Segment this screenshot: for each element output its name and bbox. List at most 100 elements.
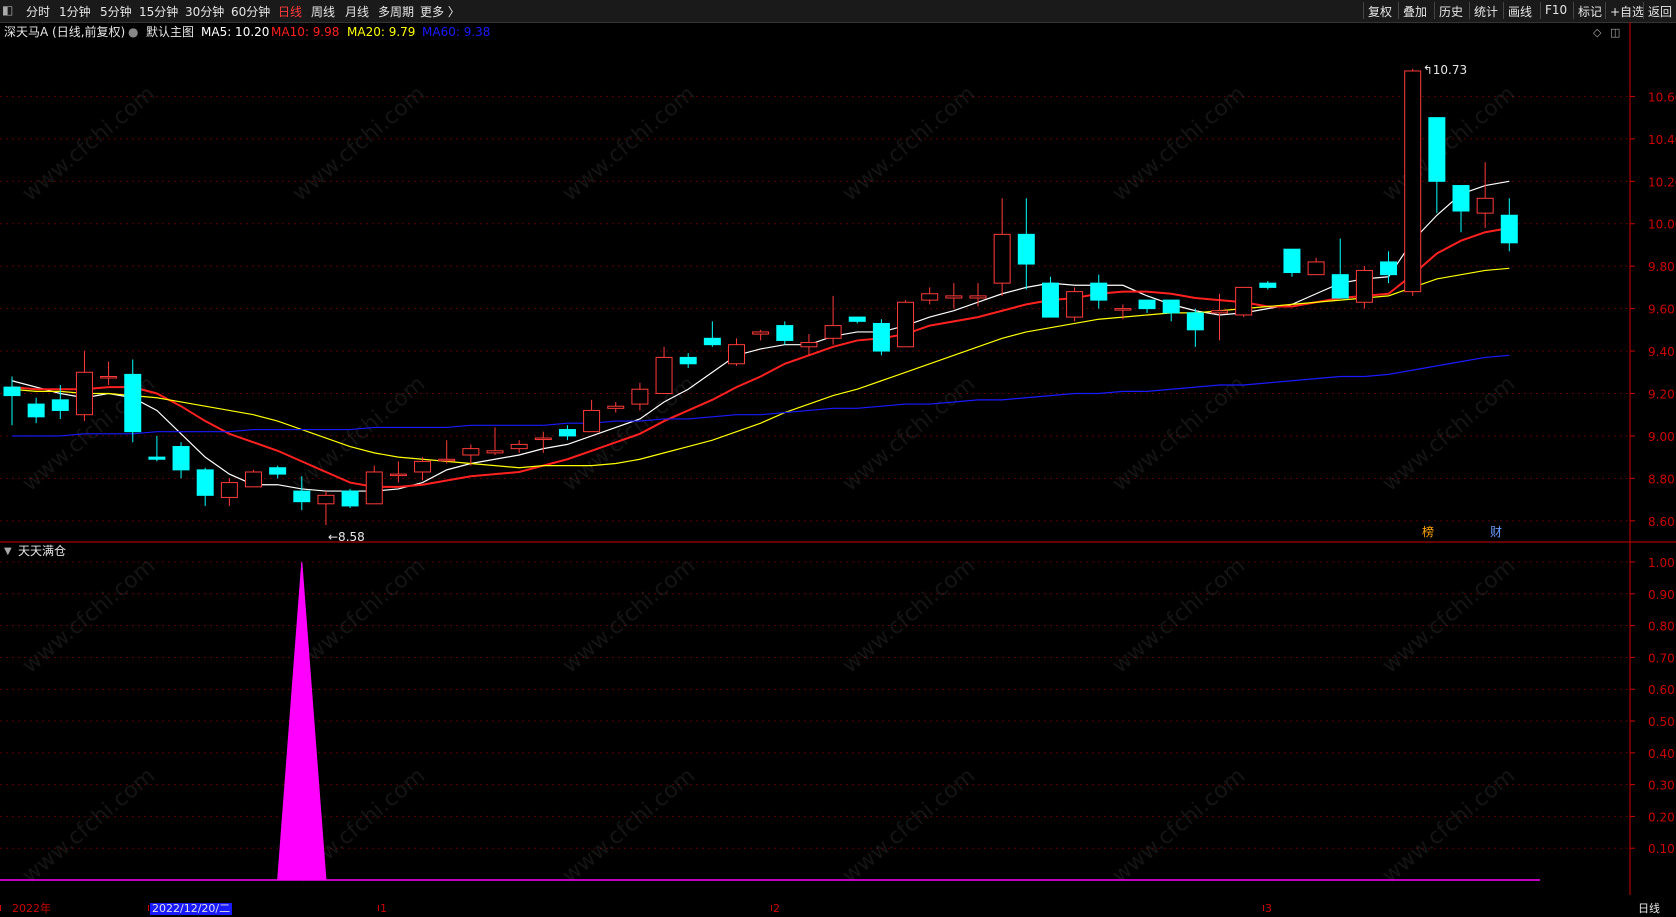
collapse-icon: ▼ [4, 546, 12, 557]
candle[interactable] [679, 353, 697, 369]
candle-body-down [703, 337, 721, 346]
candle[interactable] [800, 334, 818, 356]
candle[interactable] [196, 467, 214, 506]
y-tick-label: 0.30 [1648, 779, 1675, 793]
candle[interactable] [1259, 281, 1277, 290]
period-tab-1[interactable]: 1分钟 [59, 3, 91, 20]
candle[interactable] [341, 488, 359, 509]
candle-body-down [1259, 282, 1277, 288]
candle[interactable] [1162, 299, 1180, 322]
candle[interactable] [728, 338, 745, 366]
candle[interactable] [655, 346, 673, 394]
candle[interactable] [848, 316, 866, 324]
candle[interactable] [897, 300, 915, 348]
candle-body-up [1066, 291, 1084, 318]
toolbar-button-8[interactable]: 返回 [1648, 3, 1672, 20]
candle-body-up [220, 482, 238, 498]
candle[interactable] [438, 440, 456, 464]
toolbar-button-7[interactable]: +自选 [1610, 3, 1644, 20]
candle[interactable] [414, 457, 432, 481]
toolbar-menu-icon[interactable]: ◧ [2, 3, 13, 17]
candle-body-up [897, 301, 915, 348]
candle[interactable] [1307, 257, 1325, 276]
toolbar-button-3[interactable]: 统计 [1474, 3, 1498, 20]
indicator-chart[interactable]: 0.10 0.20 0.30 0.40 0.50 0.60 0.70 0.80 0.90 1.00… [0, 544, 1676, 895]
candle[interactable] [317, 491, 335, 526]
candle[interactable] [100, 361, 118, 385]
candle[interactable] [945, 283, 963, 309]
period-tab-2[interactable]: 5分钟 [100, 3, 132, 20]
candle[interactable] [389, 461, 407, 483]
candle[interactable] [269, 465, 287, 479]
candle-body-down [558, 429, 576, 437]
candle[interactable] [872, 319, 890, 356]
candle[interactable] [1452, 185, 1470, 233]
candle[interactable] [3, 376, 21, 426]
candle[interactable] [1428, 117, 1446, 214]
toolbar-button-0[interactable]: 复权 [1368, 3, 1392, 20]
toolbar-button-6[interactable]: 标记 [1578, 3, 1602, 20]
watermark: www.cfchi.com [1108, 553, 1250, 678]
candle[interactable] [245, 469, 262, 488]
candle[interactable] [172, 442, 190, 479]
period-tab-4[interactable]: 30分钟 [185, 3, 224, 20]
toolbar-button-1[interactable]: 叠加 [1403, 3, 1427, 20]
candle[interactable] [1138, 299, 1156, 313]
candle[interactable] [1380, 251, 1398, 284]
toolbar-button-5[interactable]: F10 [1545, 3, 1567, 17]
candle[interactable] [1066, 287, 1084, 322]
toolbar-button-4[interactable]: 画线 [1508, 3, 1532, 20]
candle-body-down [1041, 282, 1059, 318]
candle[interactable] [510, 440, 528, 453]
toolbar-separator [1434, 2, 1435, 19]
watermark: www.cfchi.com [1378, 371, 1520, 496]
period-tab-5[interactable]: 60分钟 [231, 3, 270, 20]
period-tab-7[interactable]: 周线 [311, 3, 335, 20]
candle[interactable] [993, 198, 1011, 296]
candle[interactable] [1476, 162, 1494, 228]
candle-body-down [293, 490, 311, 503]
main-price-chart[interactable]: 8.60 8.80 9.00 9.20 9.40 9.60 9.80 10.00 10.20 10… [0, 22, 1676, 566]
watermark: www.cfchi.com [838, 371, 980, 496]
period-tab-0[interactable]: 分时 [26, 3, 50, 20]
candle[interactable] [607, 401, 625, 413]
watermark: www.cfchi.com [288, 81, 430, 206]
candle[interactable] [1355, 266, 1373, 309]
candle[interactable] [365, 465, 383, 505]
candle[interactable] [1235, 286, 1253, 318]
watermark: www.cfchi.com [1108, 81, 1250, 206]
candle[interactable] [1283, 248, 1301, 277]
toolbar-separator [1643, 2, 1644, 19]
period-tab-9[interactable]: 多周期 [378, 3, 414, 20]
candle[interactable] [1090, 274, 1108, 309]
candle[interactable] [969, 283, 987, 307]
ma60-label: MA60: 9.38 [422, 25, 490, 39]
candle[interactable] [220, 478, 238, 506]
candle[interactable] [1331, 238, 1349, 299]
candle[interactable] [1186, 308, 1204, 347]
candle[interactable] [1017, 198, 1035, 290]
candle[interactable] [583, 399, 601, 433]
candle[interactable] [703, 321, 721, 347]
candle[interactable] [824, 295, 842, 345]
candle[interactable] [124, 359, 142, 443]
y-tick-label: 0.50 [1648, 715, 1675, 729]
period-tab-3[interactable]: 15分钟 [139, 3, 178, 20]
candle[interactable] [776, 321, 794, 345]
period-tab-8[interactable]: 月线 [345, 3, 369, 20]
toolbar-button-2[interactable]: 历史 [1439, 3, 1463, 20]
candle[interactable] [75, 351, 93, 422]
date-label-4: 3 [1265, 902, 1272, 915]
candle[interactable] [558, 425, 576, 441]
candle-body-down [848, 316, 866, 322]
candle[interactable] [1500, 198, 1518, 252]
candle[interactable] [27, 397, 45, 424]
candle[interactable] [1041, 276, 1059, 318]
candle[interactable] [486, 427, 504, 456]
candle[interactable] [921, 287, 939, 305]
period-tab-6[interactable]: 日线 [278, 3, 302, 20]
candle[interactable] [148, 435, 166, 462]
candle[interactable] [752, 329, 770, 341]
period-tab-10[interactable]: 更多 〉 [420, 3, 460, 20]
candle[interactable] [1404, 68, 1422, 296]
